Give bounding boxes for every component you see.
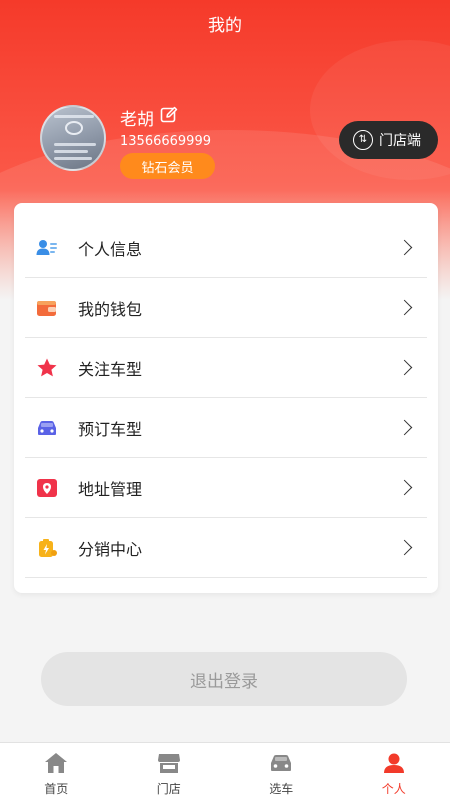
store-button-label: 门店端 [379, 133, 421, 149]
menu-item-label: 地址管理 [78, 479, 143, 499]
map-pin-icon [36, 477, 58, 499]
user-card-icon [36, 237, 58, 259]
tab-select-car[interactable]: 选车 [225, 743, 338, 800]
person-icon [382, 752, 406, 774]
menu-item-followed-models[interactable]: 关注车型 [25, 338, 427, 398]
tab-label: 个人 [381, 782, 406, 796]
tab-label: 门店 [156, 782, 181, 796]
menu-item-wallet[interactable]: 我的钱包 [25, 278, 427, 338]
car-icon [269, 752, 293, 774]
tab-home[interactable]: 首页 [0, 743, 113, 800]
star-icon [36, 357, 58, 379]
chevron-right-icon [397, 298, 417, 318]
menu-card: 个人信息 我的钱包 关注车型 预订车型 地址管理 分销中心 [14, 203, 438, 593]
chevron-right-icon [397, 418, 417, 438]
tab-profile[interactable]: 个人 [338, 743, 450, 800]
store-switch-button[interactable]: ⇅ 门店端 [339, 121, 438, 159]
tab-store[interactable]: 门店 [113, 743, 226, 800]
chevron-right-icon [397, 358, 417, 378]
chevron-right-icon [397, 238, 417, 258]
page-title: 我的 [208, 15, 242, 36]
menu-item-personal-info[interactable]: 个人信息 [25, 218, 427, 278]
store-icon [157, 752, 181, 774]
car-icon [36, 417, 58, 439]
menu-item-distribution[interactable]: 分销中心 [25, 518, 427, 578]
menu-item-label: 关注车型 [78, 359, 143, 379]
chevron-right-icon [397, 478, 417, 498]
wallet-icon [36, 297, 58, 319]
logout-button[interactable]: 退出登录 [41, 652, 407, 706]
user-name: 老胡 [120, 110, 154, 130]
switch-icon: ⇅ [353, 130, 373, 150]
avatar[interactable] [40, 105, 106, 171]
menu-item-reserved-models[interactable]: 预订车型 [25, 398, 427, 458]
menu-item-address[interactable]: 地址管理 [25, 458, 427, 518]
menu-item-label: 分销中心 [78, 539, 143, 559]
menu-item-label: 预订车型 [78, 419, 143, 439]
name-row: 老胡 [120, 105, 178, 130]
member-badge: 钻石会员 [120, 153, 215, 179]
tab-label: 选车 [269, 782, 294, 796]
user-phone: 13566669999 [120, 134, 211, 149]
menu-item-label: 我的钱包 [78, 299, 143, 319]
tab-label: 首页 [44, 782, 69, 796]
chevron-right-icon [397, 538, 417, 558]
home-icon [44, 752, 68, 774]
bottom-tab-bar: 首页 门店 选车 个人 [0, 742, 450, 800]
menu-item-label: 个人信息 [78, 239, 143, 259]
edit-icon[interactable] [160, 106, 178, 129]
battery-bolt-icon [36, 537, 58, 559]
